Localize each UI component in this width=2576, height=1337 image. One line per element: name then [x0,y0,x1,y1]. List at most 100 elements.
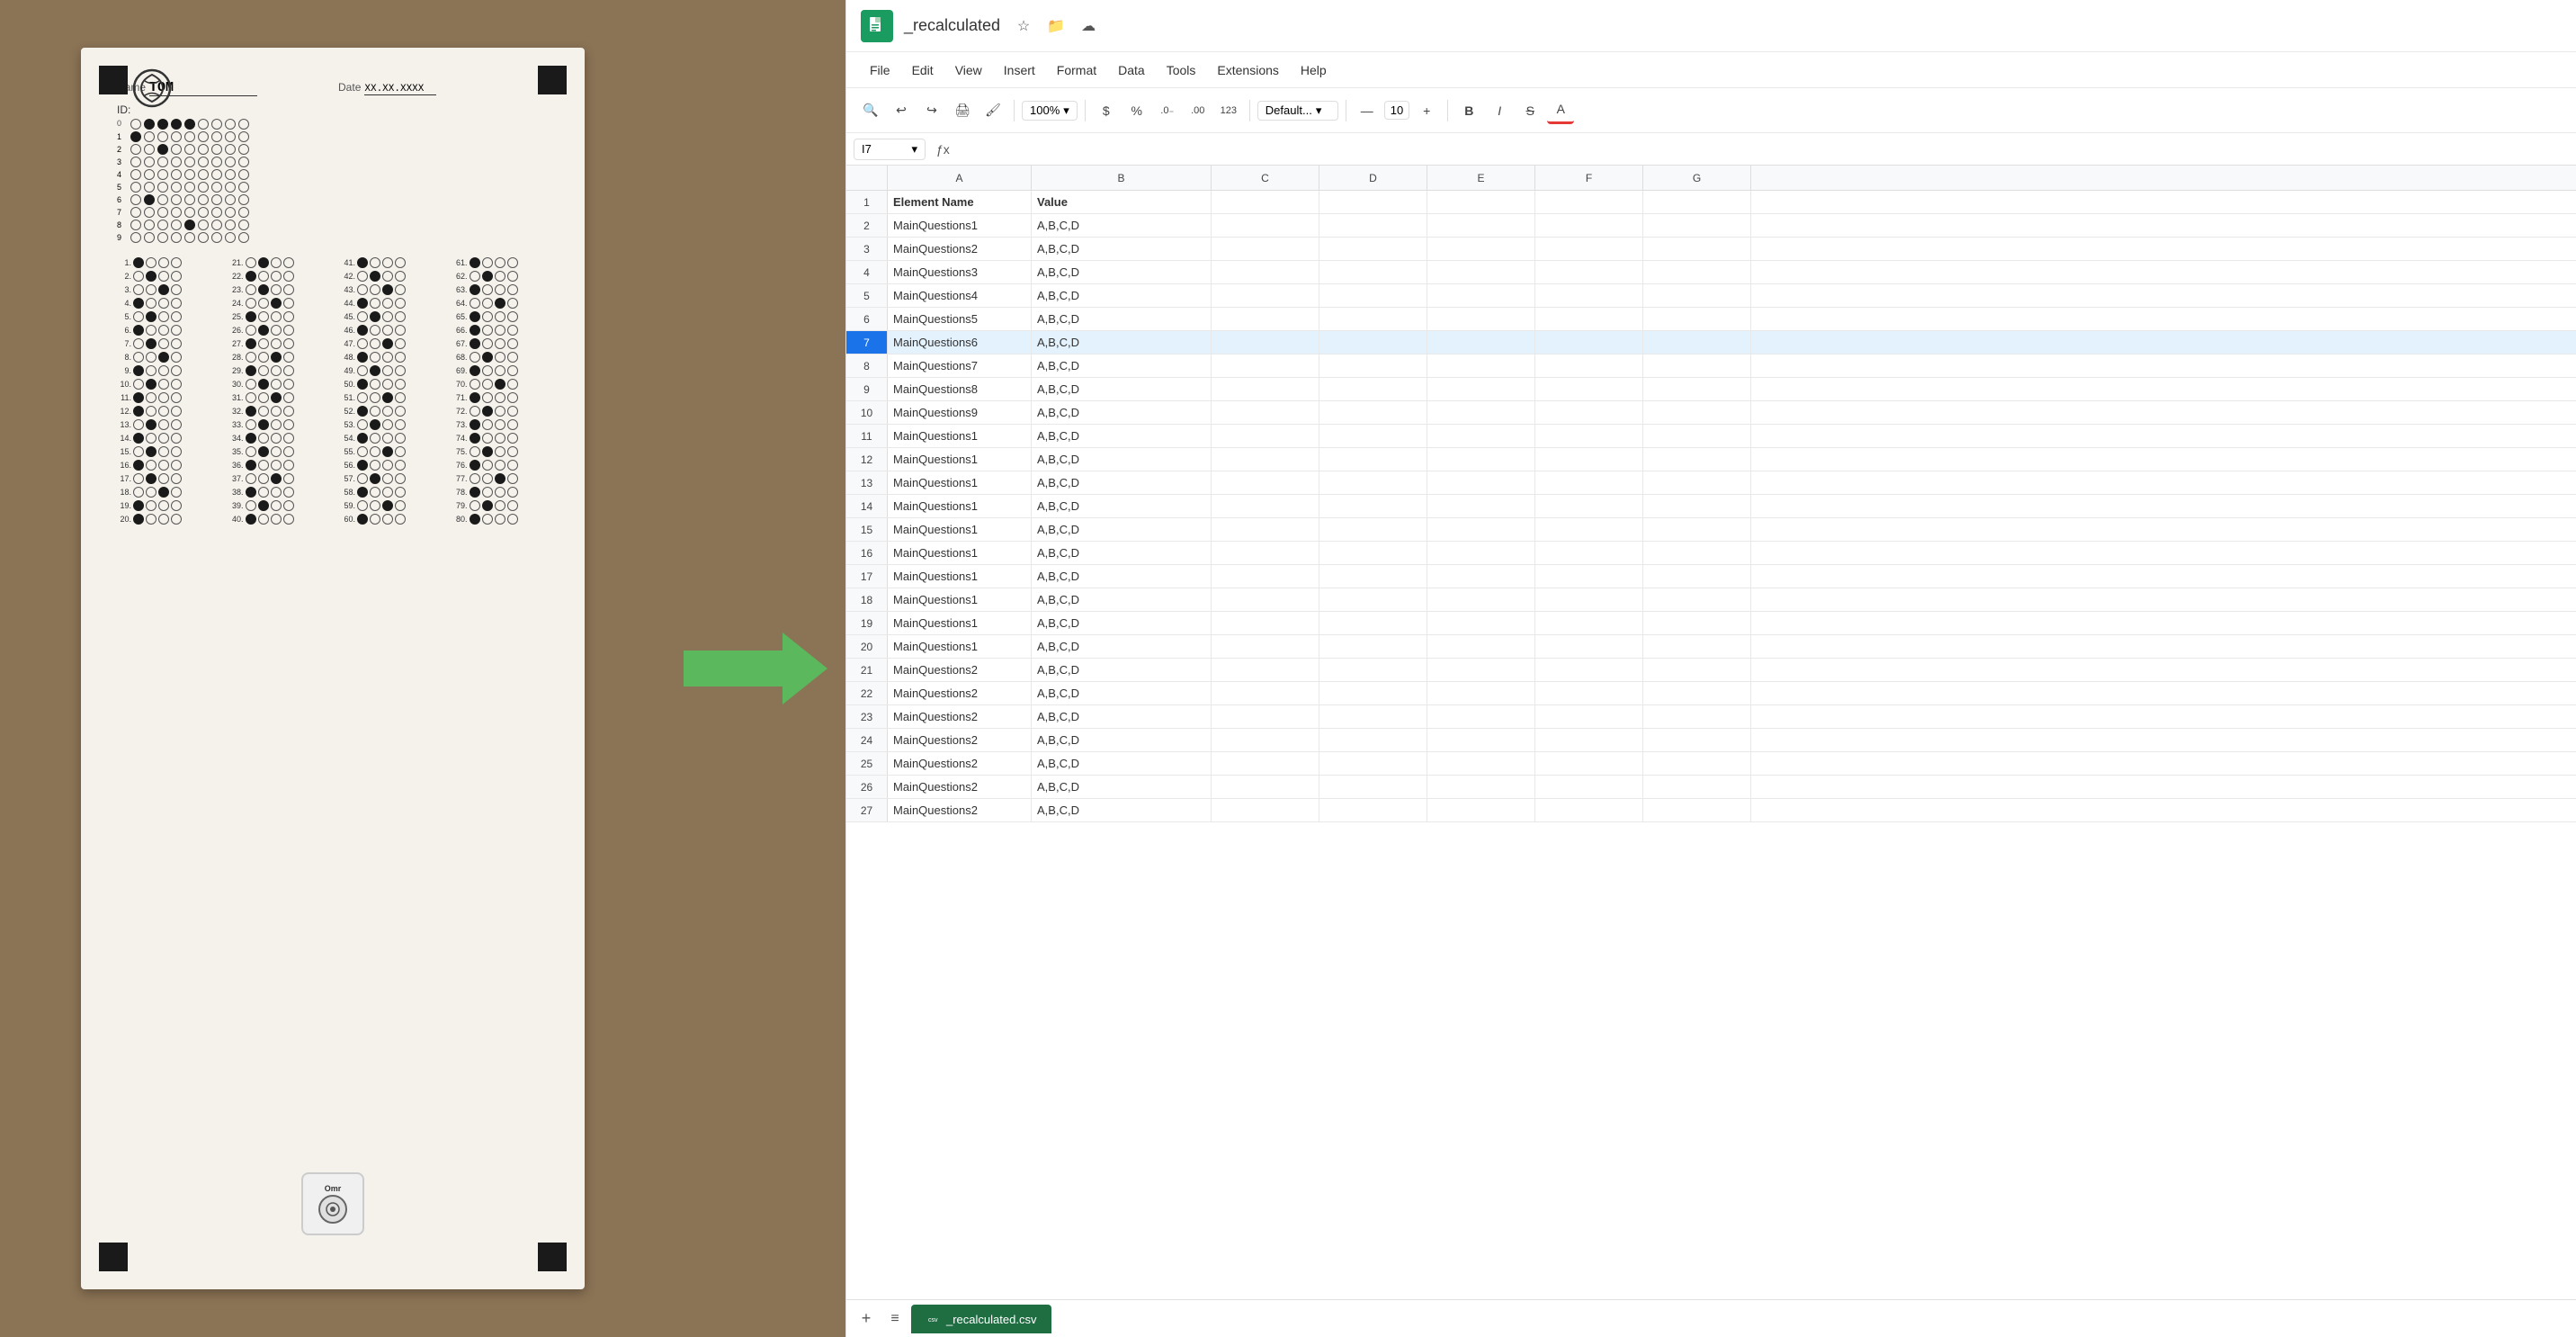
cell-g-14[interactable] [1643,495,1751,517]
cell-c-13[interactable] [1212,471,1319,494]
cell-a-15[interactable]: MainQuestions1 [888,518,1032,541]
table-row[interactable]: 3MainQuestions2A,B,C,D [846,238,2576,261]
bold-button[interactable]: B [1455,97,1482,124]
cell-c-17[interactable] [1212,565,1319,588]
table-row[interactable]: 18MainQuestions1A,B,C,D [846,588,2576,612]
table-row[interactable]: 26MainQuestions2A,B,C,D [846,776,2576,799]
cell-f-22[interactable] [1535,682,1643,704]
cell-a-12[interactable]: MainQuestions1 [888,448,1032,471]
menu-help[interactable]: Help [1292,59,1336,81]
cell-c-3[interactable] [1212,238,1319,260]
cell-d-20[interactable] [1319,635,1427,658]
cell-a-10[interactable]: MainQuestions9 [888,401,1032,424]
col-header-e[interactable]: E [1427,166,1535,191]
paint-format-button[interactable]: 🖌 [979,97,1006,124]
cell-e-4[interactable] [1427,261,1535,283]
cell-g-5[interactable] [1643,284,1751,307]
cell-f-15[interactable] [1535,518,1643,541]
cell-b-22[interactable]: A,B,C,D [1032,682,1212,704]
cell-d-16[interactable] [1319,542,1427,564]
cell-a-4[interactable]: MainQuestions3 [888,261,1032,283]
cell-b-12[interactable]: A,B,C,D [1032,448,1212,471]
cell-b-5[interactable]: A,B,C,D [1032,284,1212,307]
table-row[interactable]: 9MainQuestions8A,B,C,D [846,378,2576,401]
cell-c-22[interactable] [1212,682,1319,704]
cell-c-15[interactable] [1212,518,1319,541]
cell-f-9[interactable] [1535,378,1643,400]
cell-reference[interactable]: I7 ▾ [854,139,926,160]
table-row[interactable]: 7MainQuestions6A,B,C,D [846,331,2576,354]
cell-a-22[interactable]: MainQuestions2 [888,682,1032,704]
cell-e-15[interactable] [1427,518,1535,541]
cell-f-4[interactable] [1535,261,1643,283]
table-row[interactable]: 20MainQuestions1A,B,C,D [846,635,2576,659]
cell-g-27[interactable] [1643,799,1751,821]
decimal-increase-button[interactable]: .00 [1185,97,1212,124]
cell-c-1[interactable] [1212,191,1319,213]
menu-extensions[interactable]: Extensions [1208,59,1287,81]
cell-a-18[interactable]: MainQuestions1 [888,588,1032,611]
cell-c-14[interactable] [1212,495,1319,517]
cell-e-11[interactable] [1427,425,1535,447]
cell-b-13[interactable]: A,B,C,D [1032,471,1212,494]
cell-d-1[interactable] [1319,191,1427,213]
cell-a-23[interactable]: MainQuestions2 [888,705,1032,728]
cell-f-24[interactable] [1535,729,1643,751]
menu-edit[interactable]: Edit [903,59,943,81]
cell-c-5[interactable] [1212,284,1319,307]
cell-f-16[interactable] [1535,542,1643,564]
percent-button[interactable]: % [1123,97,1150,124]
cell-f-18[interactable] [1535,588,1643,611]
cell-d-7[interactable] [1319,331,1427,354]
cell-g-3[interactable] [1643,238,1751,260]
cell-f-21[interactable] [1535,659,1643,681]
cell-d-2[interactable] [1319,214,1427,237]
cell-d-5[interactable] [1319,284,1427,307]
cell-f-26[interactable] [1535,776,1643,798]
cell-a-6[interactable]: MainQuestions5 [888,308,1032,330]
cell-a-3[interactable]: MainQuestions2 [888,238,1032,260]
cell-g-12[interactable] [1643,448,1751,471]
cell-b-18[interactable]: A,B,C,D [1032,588,1212,611]
cell-d-12[interactable] [1319,448,1427,471]
cell-f-8[interactable] [1535,354,1643,377]
cell-b-11[interactable]: A,B,C,D [1032,425,1212,447]
cell-c-6[interactable] [1212,308,1319,330]
cell-f-23[interactable] [1535,705,1643,728]
table-row[interactable]: 19MainQuestions1A,B,C,D [846,612,2576,635]
cell-e-3[interactable] [1427,238,1535,260]
col-header-b[interactable]: B [1032,166,1212,191]
decimal-decrease-button[interactable]: .0₋ [1154,97,1181,124]
cell-e-9[interactable] [1427,378,1535,400]
table-row[interactable]: 12MainQuestions1A,B,C,D [846,448,2576,471]
cell-g-10[interactable] [1643,401,1751,424]
cell-f-6[interactable] [1535,308,1643,330]
cell-b-26[interactable]: A,B,C,D [1032,776,1212,798]
cell-g-4[interactable] [1643,261,1751,283]
cell-a-20[interactable]: MainQuestions1 [888,635,1032,658]
cell-d-21[interactable] [1319,659,1427,681]
cell-d-4[interactable] [1319,261,1427,283]
cell-c-4[interactable] [1212,261,1319,283]
cell-g-6[interactable] [1643,308,1751,330]
col-header-c[interactable]: C [1212,166,1319,191]
cell-b-1[interactable]: Value [1032,191,1212,213]
menu-file[interactable]: File [861,59,899,81]
cell-g-11[interactable] [1643,425,1751,447]
cell-g-18[interactable] [1643,588,1751,611]
cell-b-21[interactable]: A,B,C,D [1032,659,1212,681]
cell-a-8[interactable]: MainQuestions7 [888,354,1032,377]
undo-button[interactable]: ↩ [888,97,915,124]
cell-g-15[interactable] [1643,518,1751,541]
zoom-selector[interactable]: 100% ▾ [1022,101,1078,121]
cell-e-20[interactable] [1427,635,1535,658]
cell-b-7[interactable]: A,B,C,D [1032,331,1212,354]
cell-g-13[interactable] [1643,471,1751,494]
cell-a-26[interactable]: MainQuestions2 [888,776,1032,798]
cell-f-2[interactable] [1535,214,1643,237]
cell-a-11[interactable]: MainQuestions1 [888,425,1032,447]
cell-b-6[interactable]: A,B,C,D [1032,308,1212,330]
col-header-g[interactable]: G [1643,166,1751,191]
table-row[interactable]: 8MainQuestions7A,B,C,D [846,354,2576,378]
table-row[interactable]: 25MainQuestions2A,B,C,D [846,752,2576,776]
